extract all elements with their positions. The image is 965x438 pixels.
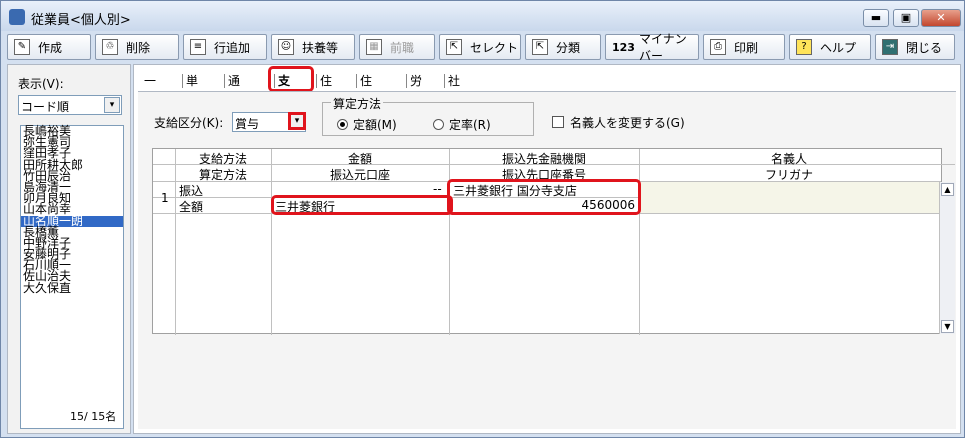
col-payment-method: 支給方法: [198, 152, 247, 166]
fixed-amount-radio[interactable]: [337, 119, 348, 130]
mynumber-button[interactable]: 123 マイナンバー: [605, 32, 699, 63]
source-account-highlight: [271, 195, 453, 215]
scroll-down-icon[interactable]: ▼: [941, 320, 954, 333]
col-kana: フリガナ: [764, 168, 813, 182]
scroll-up-icon[interactable]: ▲: [941, 183, 954, 196]
tab-separator: [356, 74, 357, 88]
previous-job-icon: ▦: [366, 39, 382, 55]
cell-method[interactable]: 振込: [179, 182, 203, 199]
col-amount: 金額: [347, 152, 372, 166]
tab-separator: [182, 74, 183, 88]
tab-separator: [316, 74, 317, 88]
employee-list-item[interactable]: 大久保直: [21, 282, 123, 294]
payment-class-label: 支給区分(K):: [154, 116, 224, 130]
col-holder: 名義人: [770, 152, 807, 166]
mynumber-icon: 123: [612, 40, 635, 54]
exit-icon: ⇥: [882, 39, 898, 55]
toolbar: ✎ 作成 ♲ 削除 ≡ 行追加 ☺ 扶養等 ▦ 前職 ⇱ セレクト ⇱ 分類 123 マイナンバ…: [5, 32, 960, 63]
employee-window: 従業員<個人別> ▬ ▣ ✕ ✎ 作成 ♲ 削除 ≡ 行追加 ☺ 扶養等 ▦ 前職 ⇱ セレ…: [0, 0, 965, 438]
employee-list-pane: 表示(V): コード順 ▾ 長嶋裕美 弥生憲司 窪田孝子 田所耕太郎 竹田辰治 島海清一卯…: [7, 64, 131, 434]
cell-calc[interactable]: 全額: [179, 198, 203, 215]
minimize-button[interactable]: ▬: [863, 9, 889, 27]
payment-class-combo[interactable]: 賞与 ▾: [232, 112, 306, 132]
people-icon: ☺: [278, 39, 294, 55]
tab-highlight: [268, 66, 314, 92]
help-button[interactable]: ? ヘルプ: [789, 34, 871, 60]
col-calc-method: 算定方法: [198, 168, 247, 182]
grid-scrollbar[interactable]: ▲ ▼: [939, 182, 955, 334]
tab-separator: [406, 74, 407, 88]
category-button[interactable]: ⇱ 分類: [525, 34, 601, 60]
display-label: 表示(V):: [18, 77, 64, 91]
printer-icon: ⎙: [710, 39, 726, 55]
app-icon: [9, 9, 25, 25]
sort-combo[interactable]: コード順 ▾: [18, 95, 122, 115]
close-window-button[interactable]: ✕: [921, 9, 961, 27]
select-button[interactable]: ⇱ セレクト: [439, 34, 521, 60]
tab-separator: [224, 74, 225, 88]
print-button[interactable]: ⎙ 印刷: [703, 34, 785, 60]
trash-icon: ♲: [102, 39, 118, 55]
record-counter: 15/ 15名: [70, 410, 117, 423]
category-icon: ⇱: [532, 39, 548, 55]
employee-list[interactable]: 長嶋裕美 弥生憲司 窪田孝子 田所耕太郎 竹田辰治 島海清一 卯月良知 山本尚幸 山名順一朗 長橋…: [20, 125, 124, 429]
payment-grid: 支給方法 金額 振込先金融機関 名義人 算定方法 振込元口座 振込先口座番号 フ…: [152, 148, 955, 335]
help-icon: ?: [796, 39, 812, 55]
payment-panel: 支給区分(K): 賞与 ▾ 算定方法 定額(M) 定率(R) 名義人を変更する(…: [138, 91, 956, 429]
title-bar: 従業員<個人別> ▬ ▣ ✕: [1, 1, 964, 31]
chevron-down-icon[interactable]: ▾: [288, 112, 306, 130]
chevron-down-icon[interactable]: ▾: [104, 97, 120, 113]
change-name-label: 名義人を変更する(G): [570, 116, 685, 130]
change-name-checkbox[interactable]: [552, 116, 564, 128]
create-icon: ✎: [14, 39, 30, 55]
calc-method-group: 算定方法 定額(M) 定率(R): [322, 95, 534, 136]
add-row-button[interactable]: ≡ 行追加: [183, 34, 267, 60]
close-button[interactable]: ⇥ 閉じる: [875, 34, 955, 60]
previous-job-button[interactable]: ▦ 前職: [359, 34, 435, 60]
select-icon: ⇱: [446, 39, 462, 55]
detail-pane: 一般単価通勤費支給住所住民税労保社保 支給区分(K): 賞与 ▾ 算定方法 定額…: [133, 64, 961, 434]
delete-button[interactable]: ♲ 削除: [95, 34, 179, 60]
dependents-button[interactable]: ☺ 扶養等: [271, 34, 355, 60]
row-number: 1: [161, 191, 169, 205]
cell-holder[interactable]: [640, 182, 939, 213]
col-dest-bank: 振込先金融機関: [501, 152, 586, 166]
maximize-button[interactable]: ▣: [893, 9, 919, 27]
window-title: 従業員<個人別>: [31, 13, 131, 28]
create-button[interactable]: ✎ 作成: [7, 34, 91, 60]
add-row-icon: ≡: [190, 39, 206, 55]
col-source-account: 振込元口座: [329, 168, 390, 182]
fixed-rate-radio[interactable]: [433, 119, 444, 130]
bank-highlight: [447, 179, 641, 215]
cell-amount[interactable]: --: [433, 182, 442, 196]
tab-separator: [444, 74, 445, 88]
